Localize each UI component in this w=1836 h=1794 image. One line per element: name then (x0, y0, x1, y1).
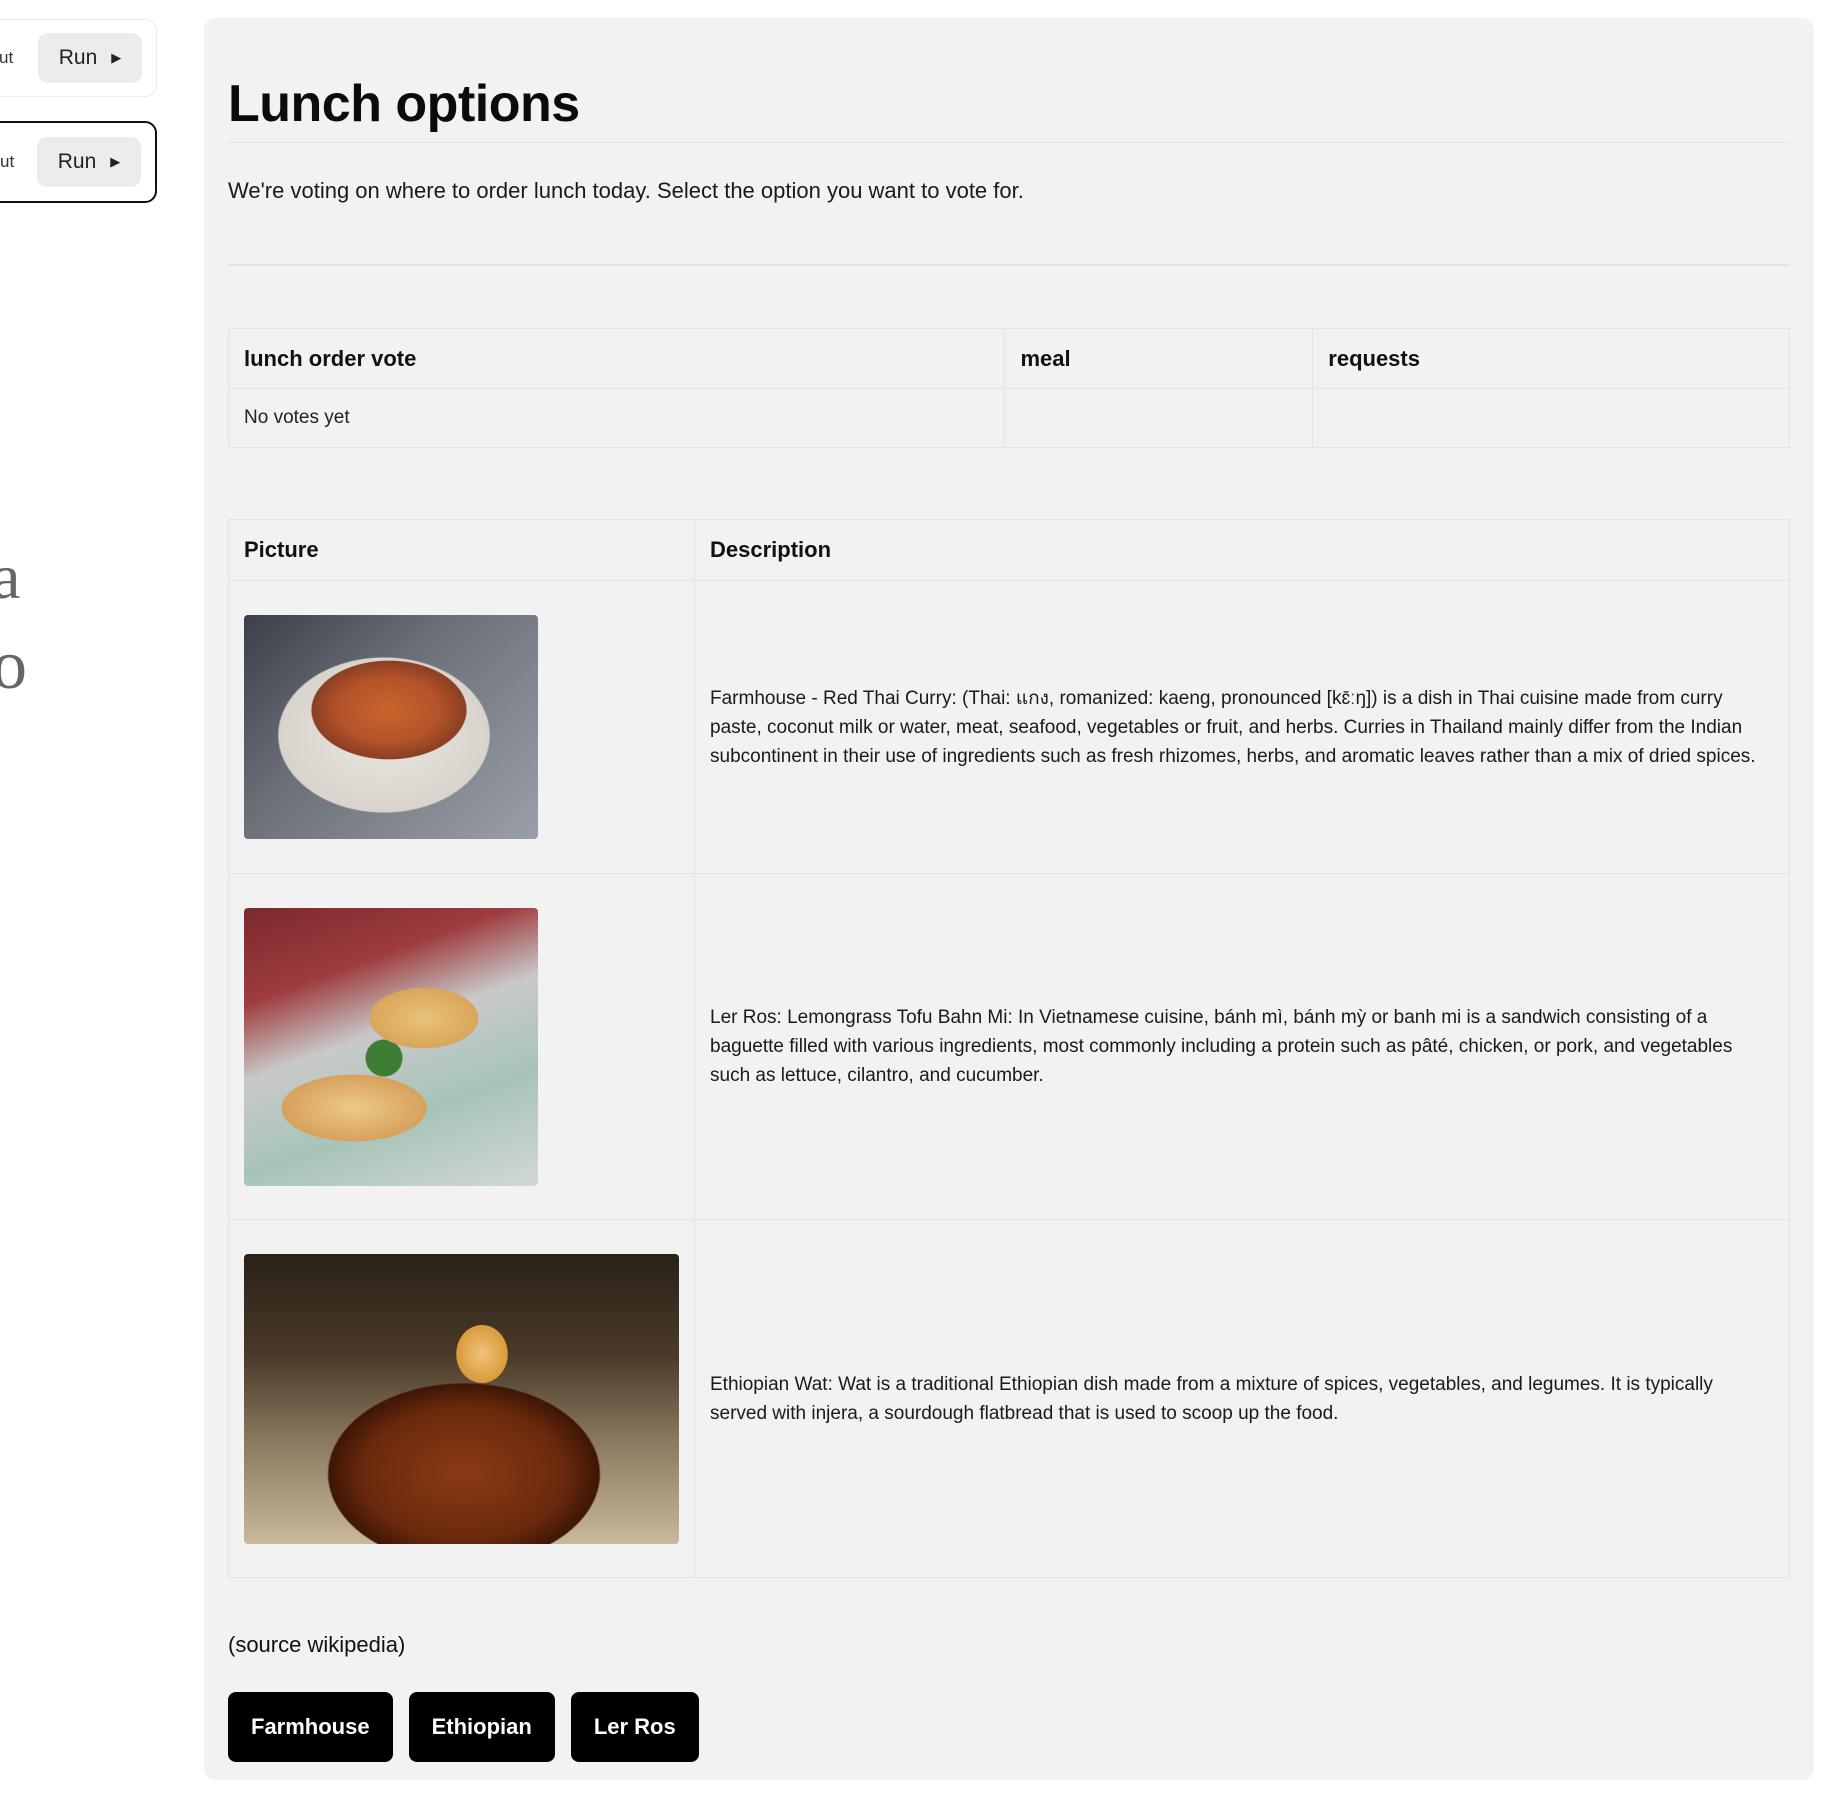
intro-text: We're voting on where to order lunch tod… (228, 178, 1024, 203)
table-row: Farmhouse - Red Thai Curry: (Thai: แกง, … (228, 580, 1790, 874)
table-row: Ethiopian Wat: Wat is a traditional Ethi… (228, 1219, 1790, 1578)
column-header: Description (694, 519, 1790, 581)
banh-mi-image (244, 907, 538, 1186)
output-card: Lunch options We're voting on where to o… (204, 18, 1814, 1780)
options-table: Picture Description Farmhouse - Red Thai… (228, 519, 1790, 1578)
picture-cell (228, 873, 695, 1220)
page-title: Lunch options (228, 75, 580, 133)
description-cell: Farmhouse - Red Thai Curry: (Thai: แกง, … (694, 580, 1790, 874)
run-button[interactable]: Run ▶ (38, 33, 142, 83)
vote-farmhouse-button[interactable]: Farmhouse (228, 1692, 393, 1762)
ethiopian-wat-image (244, 1253, 679, 1544)
play-triangle-icon: ▶ (111, 50, 122, 65)
description-cell: Ethiopian Wat: Wat is a traditional Ethi… (694, 1219, 1790, 1578)
table-row: Ler Ros: Lemongrass Tofu Bahn Mi: In Vie… (228, 873, 1790, 1220)
cell-label-cut: ut (0, 152, 15, 171)
run-label: Run (58, 46, 98, 69)
notebook-cell-1[interactable]: ut Run ▶ (0, 19, 157, 97)
notebook-cell-2-selected[interactable]: ut Run ▶ (0, 121, 157, 203)
picture-cell (228, 580, 695, 874)
section-divider (228, 264, 1790, 266)
source-note: (source wikipedia) (228, 1632, 406, 1657)
run-label: Run (57, 150, 97, 173)
description-cell: Ler Ros: Lemongrass Tofu Bahn Mi: In Vie… (694, 873, 1790, 1220)
cut-off-text: a (0, 541, 21, 612)
table-cell (1312, 388, 1790, 448)
column-header: lunch order vote (227, 328, 1006, 389)
column-header: Picture (228, 519, 695, 581)
table-cell (1004, 388, 1314, 448)
cut-off-text: o (0, 627, 27, 704)
vote-ethiopian-button[interactable]: Ethiopian (408, 1692, 555, 1762)
picture-cell (228, 1219, 695, 1578)
run-button[interactable]: Run ▶ (37, 137, 141, 187)
table-header-row: lunch order vote meal requests (227, 328, 1790, 389)
vote-ler-ros-button[interactable]: Ler Ros (570, 1692, 699, 1762)
vote-button-group: Farmhouse Ethiopian Ler Ros (228, 1692, 699, 1762)
votes-table: lunch order vote meal requests No votes … (227, 328, 1790, 448)
table-cell: No votes yet (227, 388, 1006, 448)
column-header: meal (1004, 328, 1314, 389)
title-divider (228, 142, 1790, 143)
cell-label-cut: ut (0, 48, 14, 67)
table-header-row: Picture Description (228, 519, 1790, 581)
play-triangle-icon: ▶ (110, 154, 121, 169)
column-header: requests (1312, 328, 1790, 389)
red-thai-curry-image (244, 615, 538, 839)
table-row: No votes yet (227, 388, 1790, 448)
